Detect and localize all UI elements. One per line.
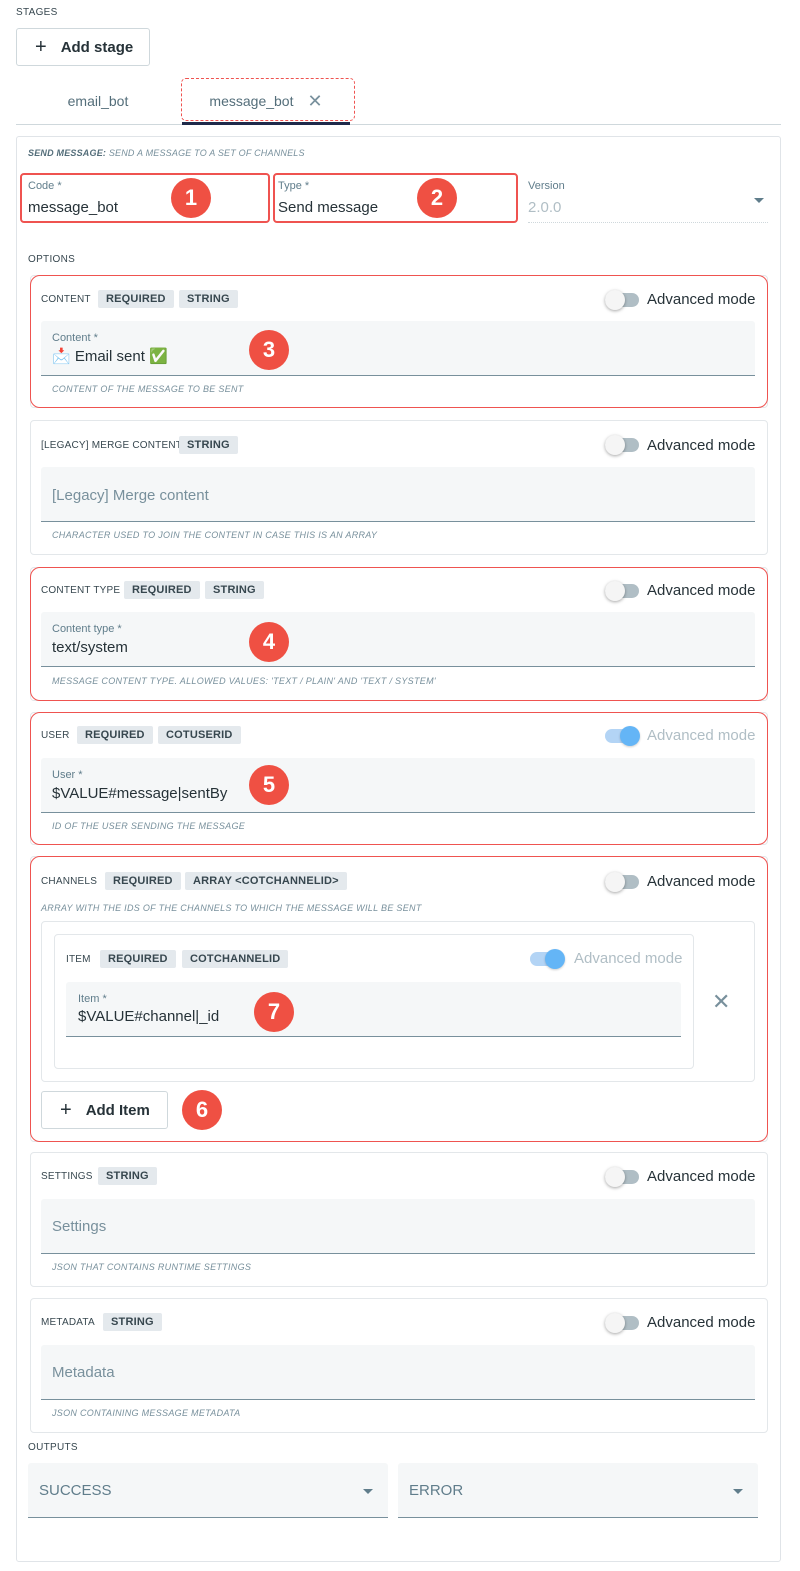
advanced-mode-label: Advanced mode bbox=[647, 291, 756, 308]
outputs-label: OUTPUTS bbox=[28, 1442, 78, 1453]
advanced-mode-toggle[interactable] bbox=[605, 1313, 639, 1333]
stage-type-description: SEND A MESSAGE TO A SET OF CHANNELS bbox=[108, 148, 305, 158]
type-chip: STRING bbox=[98, 1167, 157, 1185]
stages-label: STAGES bbox=[16, 7, 58, 18]
metadata-placeholder: Metadata bbox=[52, 1364, 115, 1381]
tab-label: email_bot bbox=[67, 93, 129, 109]
advanced-mode-label: Advanced mode bbox=[647, 582, 756, 599]
advanced-mode-label: Advanced mode bbox=[647, 873, 756, 890]
code-label: Code * bbox=[28, 180, 62, 192]
error-output-select[interactable]: ERROR bbox=[398, 1463, 758, 1518]
version-label: Version bbox=[528, 180, 565, 192]
item-value: $VALUE#channel|_id bbox=[78, 1008, 220, 1025]
settings-input[interactable] bbox=[41, 1199, 755, 1254]
settings-placeholder: Settings bbox=[52, 1218, 107, 1235]
item-title: ITEM bbox=[66, 954, 91, 965]
add-stage-label: Add stage bbox=[60, 38, 134, 56]
tab-active-indicator bbox=[182, 122, 350, 125]
type-chip: COTUSERID bbox=[158, 726, 241, 744]
user-value: $VALUE#message|sentBy bbox=[52, 785, 228, 802]
option-title: [LEGACY] MERGE CONTENT bbox=[41, 440, 183, 451]
success-output-label: SUCCESS bbox=[39, 1481, 112, 1499]
error-output-label: ERROR bbox=[409, 1481, 464, 1499]
advanced-mode-toggle[interactable] bbox=[530, 949, 565, 969]
type-chip: STRING bbox=[179, 290, 238, 308]
item-field-label: Item * bbox=[78, 993, 107, 1005]
helper-text: ARRAY WITH THE IDS OF THE CHANNELS TO WH… bbox=[41, 903, 422, 913]
stage-type-title: SEND MESSAGE: bbox=[28, 148, 107, 158]
required-chip: REQUIRED bbox=[124, 581, 200, 599]
remove-item-icon[interactable]: ✕ bbox=[712, 991, 730, 1013]
content-type-field-label: Content type * bbox=[52, 623, 122, 635]
helper-text: MESSAGE CONTENT TYPE. ALLOWED VALUES: 'T… bbox=[52, 676, 436, 686]
advanced-mode-toggle[interactable] bbox=[605, 581, 639, 601]
version-select[interactable]: 2.0.0 bbox=[528, 199, 561, 216]
annotation-dashed-tab bbox=[181, 78, 355, 121]
option-title: SETTINGS bbox=[41, 1171, 93, 1182]
required-chip: REQUIRED bbox=[77, 726, 153, 744]
advanced-mode-label: Advanced mode bbox=[574, 950, 683, 967]
advanced-mode-label: Advanced mode bbox=[647, 727, 756, 744]
annotation-badge-2: 2 bbox=[417, 178, 457, 218]
advanced-mode-label: Advanced mode bbox=[647, 437, 756, 454]
required-chip: REQUIRED bbox=[98, 290, 174, 308]
required-chip: REQUIRED bbox=[100, 950, 176, 968]
advanced-mode-label: Advanced mode bbox=[647, 1168, 756, 1185]
options-label: OPTIONS bbox=[28, 254, 76, 265]
version-underline bbox=[528, 222, 768, 223]
advanced-mode-toggle[interactable] bbox=[605, 1167, 639, 1187]
type-chip: STRING bbox=[205, 581, 264, 599]
annotation-badge-3: 3 bbox=[249, 330, 289, 370]
helper-text: ID OF THE USER SENDING THE MESSAGE bbox=[52, 821, 246, 831]
advanced-mode-toggle[interactable] bbox=[605, 872, 639, 892]
add-stage-button[interactable]: + Add stage bbox=[16, 28, 150, 66]
type-chip: STRING bbox=[103, 1313, 162, 1331]
content-type-input[interactable] bbox=[41, 612, 755, 667]
type-label: Type * bbox=[278, 180, 310, 192]
chevron-down-icon bbox=[363, 1489, 373, 1494]
type-chip: STRING bbox=[179, 436, 238, 454]
type-chip: ARRAY <COTCHANNELID> bbox=[185, 872, 347, 890]
type-chip: COTCHANNELID bbox=[182, 950, 289, 968]
required-chip: REQUIRED bbox=[105, 872, 181, 890]
add-item-button[interactable]: + Add Item bbox=[41, 1091, 168, 1129]
annotation-badge-5: 5 bbox=[249, 765, 289, 805]
plus-icon: + bbox=[60, 1099, 72, 1121]
user-field-label: User * bbox=[52, 769, 83, 781]
helper-text: JSON CONTAINING MESSAGE METADATA bbox=[52, 1408, 241, 1418]
content-field-label: Content * bbox=[52, 332, 98, 344]
tab-divider bbox=[16, 124, 781, 125]
chevron-down-icon bbox=[733, 1489, 743, 1494]
plus-icon: + bbox=[35, 36, 47, 58]
option-title: CHANNELS bbox=[41, 876, 98, 887]
content-type-value: text/system bbox=[52, 639, 128, 656]
advanced-mode-label: Advanced mode bbox=[647, 1314, 756, 1331]
helper-text: CHARACTER USED TO JOIN THE CONTENT IN CA… bbox=[52, 530, 378, 540]
annotation-badge-6: 6 bbox=[182, 1090, 222, 1130]
helper-text: CONTENT OF THE MESSAGE TO BE SENT bbox=[52, 384, 244, 394]
success-output-select[interactable]: SUCCESS bbox=[28, 1463, 388, 1518]
advanced-mode-toggle[interactable] bbox=[605, 435, 639, 455]
content-value: 📩 Email sent ✅ bbox=[52, 348, 168, 365]
annotation-badge-7: 7 bbox=[254, 992, 294, 1032]
merge-content-placeholder: [Legacy] Merge content bbox=[52, 487, 209, 504]
chevron-down-icon bbox=[754, 198, 764, 203]
advanced-mode-toggle[interactable] bbox=[605, 290, 639, 310]
helper-text: JSON THAT CONTAINS RUNTIME SETTINGS bbox=[52, 1262, 252, 1272]
option-title: USER bbox=[41, 730, 70, 741]
annotation-badge-4: 4 bbox=[249, 622, 289, 662]
annotation-badge-1: 1 bbox=[171, 178, 211, 218]
option-title: METADATA bbox=[41, 1317, 95, 1328]
tab-email-bot[interactable]: email_bot bbox=[38, 78, 158, 124]
type-field[interactable]: Send message bbox=[278, 199, 378, 216]
metadata-input[interactable] bbox=[41, 1345, 755, 1400]
add-item-label: Add Item bbox=[85, 1101, 150, 1119]
stage-description: SEND MESSAGE: SEND A MESSAGE TO A SET OF… bbox=[28, 148, 305, 158]
option-title: CONTENT bbox=[41, 294, 91, 305]
code-field[interactable]: message_bot bbox=[28, 199, 118, 216]
option-title: CONTENT TYPE bbox=[41, 585, 121, 596]
advanced-mode-toggle[interactable] bbox=[605, 726, 640, 746]
